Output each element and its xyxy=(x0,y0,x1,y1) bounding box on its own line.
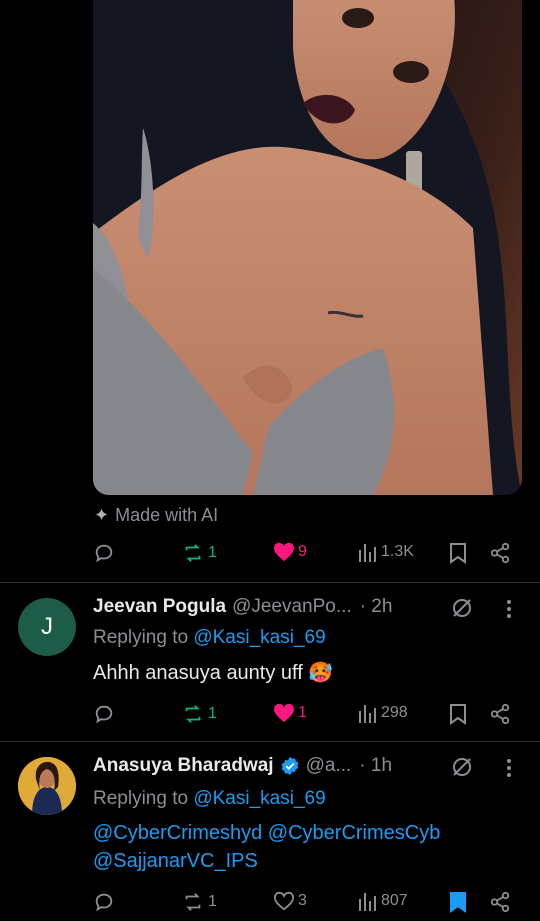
share-icon xyxy=(490,703,510,725)
like-button[interactable]: 1 xyxy=(273,703,307,723)
avatar[interactable]: J xyxy=(18,598,76,656)
heart-filled-icon xyxy=(274,542,294,562)
reply-button[interactable] xyxy=(93,891,115,913)
avatar[interactable] xyxy=(18,757,76,815)
views-chart-icon xyxy=(359,544,376,562)
bookmark-filled-icon xyxy=(450,892,466,913)
repost-button[interactable]: 1 xyxy=(181,542,217,564)
share-button[interactable] xyxy=(489,891,511,913)
replying-to: Replying to @Kasi_kasi_69 xyxy=(93,627,326,648)
views-chart-icon xyxy=(359,705,376,723)
reply-icon xyxy=(95,705,113,724)
reply-button[interactable] xyxy=(93,542,115,564)
mention-link[interactable]: @Kasi_kasi_69 xyxy=(193,788,325,809)
bookmark-button[interactable] xyxy=(449,891,467,913)
mention-link[interactable]: @Kasi_kasi_69 xyxy=(193,627,325,648)
like-button[interactable]: 9 xyxy=(273,542,307,562)
reply-header: Anasuya Bharadwaj @a... · 1h xyxy=(93,755,392,777)
bookmark-button[interactable] xyxy=(449,542,467,564)
share-icon xyxy=(490,542,510,564)
views-chart-icon xyxy=(359,893,376,911)
more-options-icon[interactable] xyxy=(501,757,517,779)
share-button[interactable] xyxy=(489,703,511,725)
replying-to: Replying to @Kasi_kasi_69 xyxy=(93,788,326,809)
mention-line[interactable]: @CyberCrimeshyd @CyberCrimesCyb xyxy=(93,819,440,847)
hot-face-emoji: 🥵 xyxy=(308,662,334,684)
heart-outline-icon xyxy=(273,891,295,911)
divider xyxy=(0,582,540,583)
display-name[interactable]: Jeevan Pogula xyxy=(93,596,226,618)
reply-action-bar: 1 1 298 xyxy=(93,703,518,729)
reply-button[interactable] xyxy=(93,703,115,725)
bookmark-icon xyxy=(450,543,466,564)
views-button[interactable]: 1.3K xyxy=(358,542,414,562)
made-with-ai-label: ✦ Made with AI xyxy=(94,505,219,525)
display-name[interactable]: Anasuya Bharadwaj xyxy=(93,755,274,777)
views-button[interactable]: 298 xyxy=(358,703,408,723)
post-action-bar: 1 9 1.3K xyxy=(93,542,518,568)
more-options-icon[interactable] xyxy=(501,598,517,620)
share-icon xyxy=(490,891,510,913)
reply-action-bar: 1 3 807 xyxy=(93,891,518,917)
timestamp[interactable]: · 1h xyxy=(359,755,392,777)
repost-button[interactable]: 1 xyxy=(181,891,217,913)
tweet-text: Ahhh anasuya aunty uff 🥵 xyxy=(93,662,334,684)
grok-icon[interactable] xyxy=(450,755,474,779)
reply-header: Jeevan Pogula @JeevanPo... · 2h xyxy=(93,596,392,618)
heart-filled-icon xyxy=(274,703,294,723)
repost-icon xyxy=(185,705,201,723)
tweet-text: @CyberCrimeshyd @CyberCrimesCyb @Sajjana… xyxy=(93,819,440,875)
repost-icon xyxy=(185,893,201,911)
timestamp[interactable]: · 2h xyxy=(360,596,393,618)
divider xyxy=(0,741,540,742)
share-button[interactable] xyxy=(489,542,511,564)
post-image[interactable] xyxy=(93,0,522,495)
user-handle[interactable]: @JeevanPo... xyxy=(232,596,352,618)
reply-icon xyxy=(95,893,113,912)
grok-icon[interactable] xyxy=(450,596,474,620)
mention-line[interactable]: @SajjanarVC_IPS xyxy=(93,847,440,875)
repost-icon xyxy=(185,544,201,562)
sparkle-icon: ✦ xyxy=(94,505,110,525)
views-button[interactable]: 807 xyxy=(358,891,408,911)
verified-badge-icon xyxy=(280,756,300,776)
user-handle[interactable]: @a... xyxy=(306,755,352,777)
bookmark-button[interactable] xyxy=(449,703,467,725)
bookmark-icon xyxy=(450,704,466,725)
like-button[interactable]: 3 xyxy=(273,891,307,911)
repost-button[interactable]: 1 xyxy=(181,703,217,725)
reply-icon xyxy=(95,544,113,563)
